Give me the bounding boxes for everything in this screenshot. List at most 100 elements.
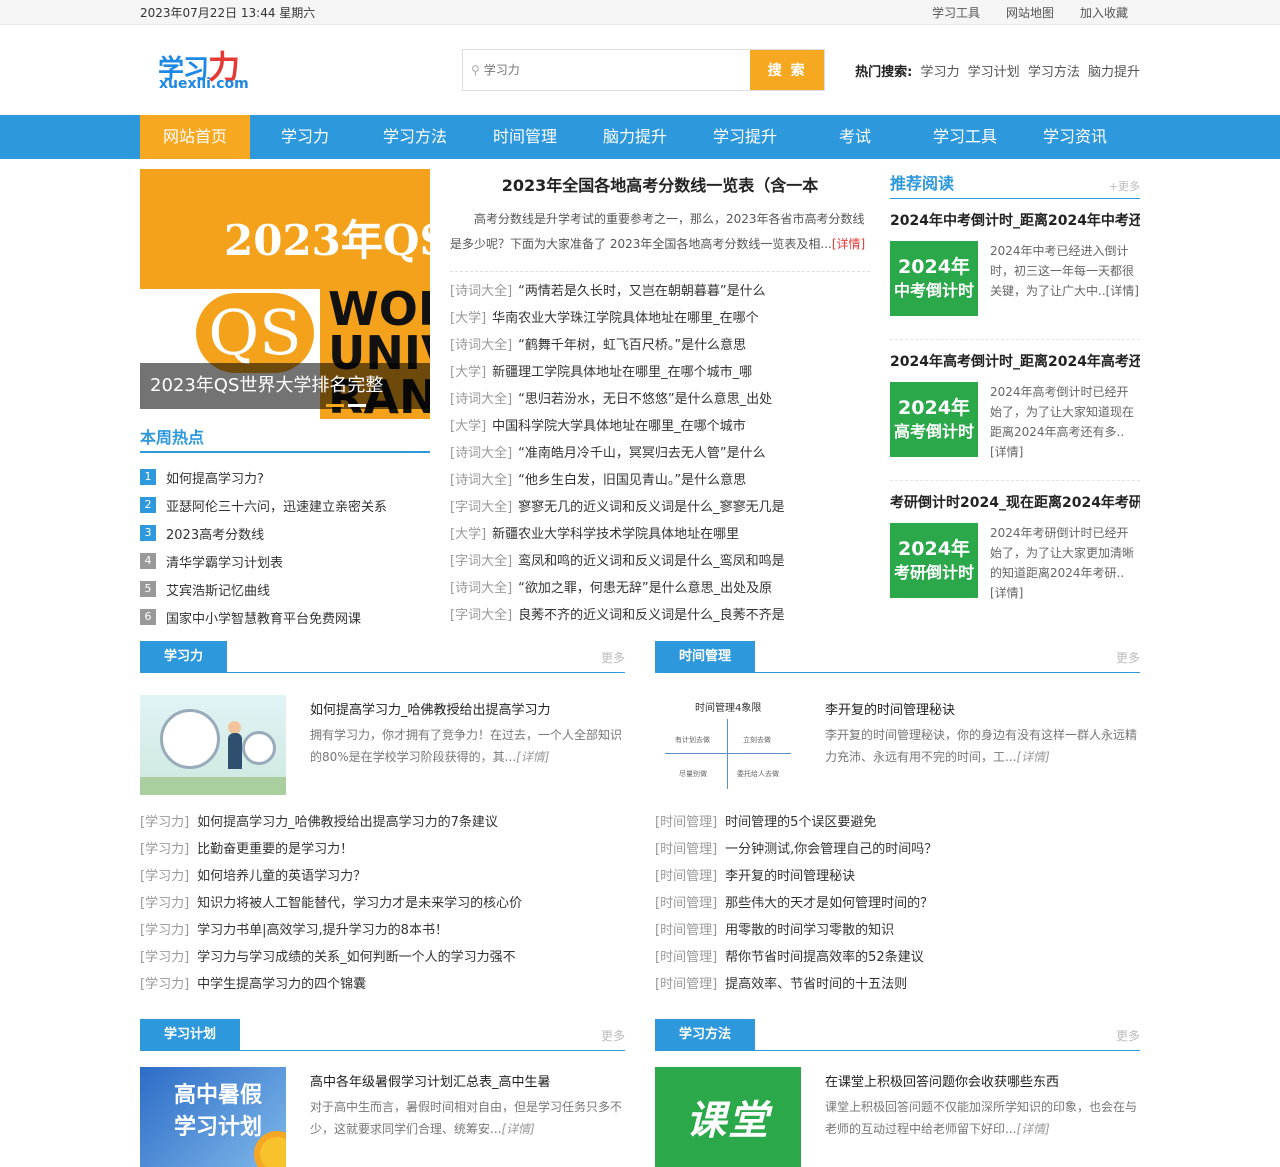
feature-title[interactable]: 在课堂上积极回答问题你会收获哪些东西 <box>825 1071 1140 1090</box>
countdown-thumbnail[interactable]: 2024年 高考倒计时 <box>890 382 978 457</box>
search-button[interactable]: 搜 索 <box>750 50 825 90</box>
recommend-item-title[interactable]: 考研倒计时2024_现在距离2024年考研 <box>890 491 1140 515</box>
nav-study-improve[interactable]: 学习提升 <box>690 115 800 159</box>
list-item[interactable]: [时间管理] 帮你节省时间提高效率的52条建议 <box>655 944 1140 971</box>
list-item[interactable]: [字词大全] 良莠不齐的近义词和反义词是什么_良莠不齐是 <box>450 602 870 629</box>
hot-item[interactable]: 脑力提升 <box>1088 65 1140 80</box>
hot-item[interactable]: 学习方法 <box>1028 65 1080 80</box>
nav-study-news[interactable]: 学习资讯 <box>1020 115 1130 159</box>
list-item[interactable]: [学习力] 中学生提高学习力的四个锦囊 <box>140 971 625 998</box>
list-item[interactable]: [时间管理] 一分钟测试,你会管理自己的时间吗？ <box>655 836 1140 863</box>
matrix-axis <box>727 719 728 789</box>
block-title[interactable]: 时间管理 <box>655 641 756 672</box>
list-item[interactable]: [时间管理] 用零散的时间学习零散的知识 <box>655 917 1140 944</box>
recommend-item-title[interactable]: 2024年高考倒计时_距离2024年高考还 <box>890 350 1140 374</box>
recommend-item[interactable]: 考研倒计时2024_现在距离2024年考研 2024年 考研倒计时 2024年考研倒计… <box>890 491 1140 622</box>
classroom-image[interactable]: 课堂 <box>655 1067 801 1167</box>
details-link[interactable]: [详情] <box>516 750 549 764</box>
list-item[interactable]: [学习力] 如何提高学习力_哈佛教授给出提高学习力的7条建议 <box>140 809 625 836</box>
list-item[interactable]: [大学] 中国科学院大学具体地址在哪里_在哪个城市 <box>450 413 870 440</box>
list-item[interactable]: [学习力] 比勤奋更重要的是学习力！ <box>140 836 625 863</box>
block-study-methods: 学习方法 更多 课堂 在课堂上积极回答问题你会收获哪些东西 课堂上积极回答问题不… <box>655 1019 1140 1167</box>
list-item-title: 良莠不齐的近义词和反义词是什么_良莠不齐是 <box>518 608 785 623</box>
clock-shape <box>242 731 276 765</box>
link-add-favorite[interactable]: 加入收藏 <box>1080 4 1128 21</box>
details-link[interactable]: [详情] <box>1016 750 1049 764</box>
hot-item[interactable]: 学习计划 <box>968 65 1020 80</box>
list-item[interactable]: [时间管理] 时间管理的5个误区要避免 <box>655 809 1140 836</box>
list-item[interactable]: [诗词大全] “欲加之罪，何患无辞”是什么意思_出处及原 <box>450 575 870 602</box>
block-title[interactable]: 学习方法 <box>655 1019 756 1050</box>
list-item[interactable]: [学习力] 学习力书单|高效学习,提升学习力的8本书！ <box>140 917 625 944</box>
clock-tug-image[interactable] <box>140 695 286 795</box>
block-title[interactable]: 学习计划 <box>140 1019 241 1050</box>
list-item[interactable]: [诗词大全] “鹤舞千年树，虹飞百尺桥。”是什么意思 <box>450 332 870 359</box>
list-item[interactable]: [学习力] 如何培养儿童的英语学习力？ <box>140 863 625 890</box>
list-item-title: 国家中小学智慧教育平台免费网课 <box>166 611 362 627</box>
list-item[interactable]: [字词大全] 鸾凤和鸣的近义词和反义词是什么_鸾凤和鸣是 <box>450 548 870 575</box>
list-item[interactable]: [字词大全] 寥寥无几的近义词和反义词是什么_寥寥无几是 <box>450 494 870 521</box>
recommend-item-title[interactable]: 2024年中考倒计时_距离2024年中考还 <box>890 209 1140 233</box>
list-item[interactable]: [大学] 新疆理工学院具体地址在哪里_在哪个城市_哪 <box>450 359 870 386</box>
more-link[interactable]: 更多 <box>601 1027 625 1050</box>
hot-item[interactable]: 学习力 <box>921 65 960 80</box>
list-item[interactable]: 2 亚瑟阿伦三十六问，迅速建立亲密关系 <box>140 491 430 519</box>
list-item-title: 学习力书单|高效学习,提升学习力的8本书！ <box>197 923 448 938</box>
list-item[interactable]: [大学] 华南农业大学珠江学院具体地址在哪里_在哪个 <box>450 305 870 332</box>
nav-home[interactable]: 网站首页 <box>140 115 250 159</box>
nav-exam[interactable]: 考试 <box>800 115 910 159</box>
countdown-thumbnail[interactable]: 2024年 考研倒计时 <box>890 523 978 598</box>
featured-slider[interactable]: 2023年QS世 QS WORUNIVRAN 2023年QS世界大学排名完整 <box>140 169 430 419</box>
list-item[interactable]: 6 国家中小学智慧教育平台免费网课 <box>140 603 430 631</box>
recommend-item-desc: 2024年中考已经进入倒计时，初三这一年每一天都很关键，为了让广大中..[详情] <box>990 244 1139 298</box>
main-nav: 网站首页 学习力 学习方法 时间管理 脑力提升 学习提升 考试 学习工具 学习资… <box>0 115 1280 159</box>
list-item[interactable]: [诗词大全] “准南皓月冷千山，冥冥归去无人管”是什么 <box>450 440 870 467</box>
time-matrix-image[interactable]: 时间管理4象限 有计划去做 立刻去做 尽量别做 委托给人去做 <box>655 695 801 795</box>
list-item[interactable]: [学习力] 知识力将被人工智能替代，学习力才是未来学习的核心价 <box>140 890 625 917</box>
thumb-label: 高考倒计时 <box>893 421 974 441</box>
link-sitemap[interactable]: 网站地图 <box>1006 4 1054 21</box>
feature-title[interactable]: 高中各年级暑假学习计划汇总表_高中生暑 <box>310 1071 625 1090</box>
feature-title[interactable]: 如何提高学习力_哈佛教授给出提高学习力 <box>310 699 625 718</box>
countdown-thumbnail[interactable]: 2024年 中考倒计时 <box>890 241 978 316</box>
list-item[interactable]: [诗词大全] “他乡生白发，旧国见青山。”是什么意思 <box>450 467 870 494</box>
list-item[interactable]: [时间管理] 李开复的时间管理秘诀 <box>655 863 1140 890</box>
more-link[interactable]: +更多 <box>1109 178 1140 194</box>
more-link[interactable]: 更多 <box>601 649 625 672</box>
list-item[interactable]: 3 2023高考分数线 <box>140 519 430 547</box>
list-item[interactable]: 1 如何提高学习力? <box>140 463 430 491</box>
link-study-tools[interactable]: 学习工具 <box>932 4 980 21</box>
details-link[interactable]: [详情] <box>1016 1122 1049 1136</box>
slider-dot[interactable] <box>348 404 366 407</box>
list-item[interactable]: [诗词大全] “思归若汾水，无日不悠悠”是什么意思_出处 <box>450 386 870 413</box>
recommend-item[interactable]: 2024年中考倒计时_距离2024年中考还 2024年 中考倒计时 2024年中考已经… <box>890 209 1140 340</box>
recommend-item[interactable]: 2024年高考倒计时_距离2024年高考还 2024年 高考倒计时 2024年高考倒计… <box>890 350 1140 481</box>
details-link[interactable]: [详情] <box>501 1122 534 1136</box>
nav-study-tools[interactable]: 学习工具 <box>910 115 1020 159</box>
details-link[interactable]: [详情] <box>832 237 865 251</box>
list-item[interactable]: [学习力] 学习力与学习成绩的关系_如何判断一个人的学习力强不 <box>140 944 625 971</box>
site-logo[interactable]: 学习力 xuexili.com <box>158 40 266 100</box>
slider-dot[interactable] <box>326 404 344 407</box>
image-text: 高中暑假 <box>174 1083 263 1108</box>
list-item[interactable]: 5 艾宾浩斯记忆曲线 <box>140 575 430 603</box>
list-item[interactable]: [时间管理] 那些伟大的天才是如何管理时间的？ <box>655 890 1140 917</box>
headline-title[interactable]: 2023年全国各地高考分数线一览表（含一本 <box>450 169 870 203</box>
list-item[interactable]: 4 清华学霸学习计划表 <box>140 547 430 575</box>
nav-study-methods[interactable]: 学习方法 <box>360 115 470 159</box>
list-item[interactable]: [大学] 新疆农业大学科学技术学院具体地址在哪里 <box>450 521 870 548</box>
nav-learning-power[interactable]: 学习力 <box>250 115 360 159</box>
search-input[interactable] <box>483 63 724 77</box>
nav-brain-boost[interactable]: 脑力提升 <box>580 115 690 159</box>
block-title[interactable]: 学习力 <box>140 641 228 672</box>
list-item[interactable]: [诗词大全] “两情若是久长时，又岂在朝朝暮暮”是什么 <box>450 278 870 305</box>
more-link[interactable]: 更多 <box>1116 1027 1140 1050</box>
slide-caption[interactable]: 2023年QS世界大学排名完整 <box>140 363 430 409</box>
list-item-title: 如何提高学习力? <box>166 471 264 487</box>
list-item[interactable]: [时间管理] 提高效率、节省时间的十五法则 <box>655 971 1140 998</box>
more-link[interactable]: 更多 <box>1116 649 1140 672</box>
nav-time-management[interactable]: 时间管理 <box>470 115 580 159</box>
summer-plan-image[interactable]: 高中暑假 学习计划 <box>140 1067 286 1167</box>
feature-title[interactable]: 李开复的时间管理秘诀 <box>825 699 1140 718</box>
slider-dots <box>326 404 366 407</box>
